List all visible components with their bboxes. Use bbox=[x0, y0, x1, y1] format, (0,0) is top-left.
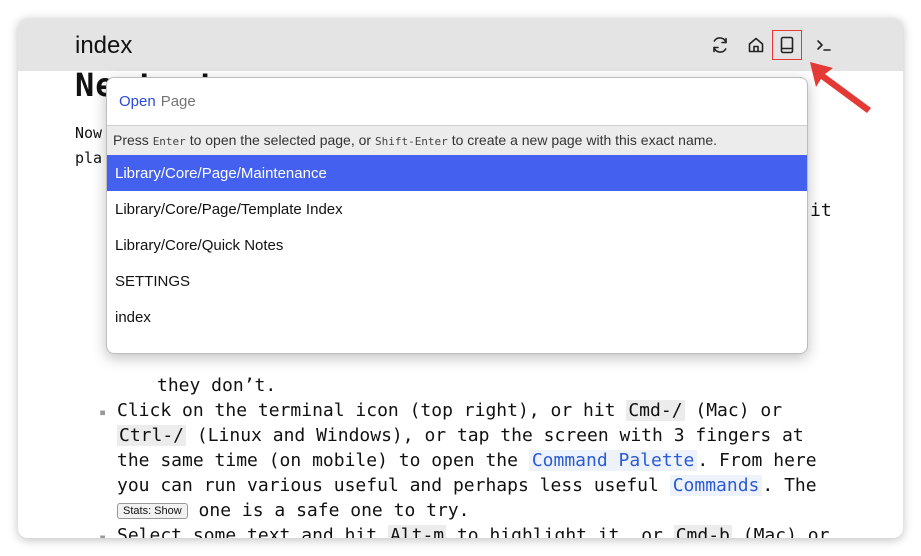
list-bullet: ▪ bbox=[99, 405, 107, 419]
shortcut-code: Ctrl-/ bbox=[117, 425, 187, 446]
commands-link[interactable]: Commands bbox=[669, 475, 763, 496]
page-option[interactable]: Library/Core/Page/Maintenance bbox=[107, 155, 807, 191]
enter-key: Enter bbox=[152, 135, 186, 148]
list-item-line: Stats: Show one is a safe one to try. bbox=[117, 500, 469, 521]
list-bullet: ▪ bbox=[99, 530, 107, 538]
picker-header: Open bbox=[107, 78, 807, 126]
page-option[interactable]: Library/Core/Quick Notes bbox=[107, 227, 807, 263]
page-option[interactable]: index bbox=[107, 299, 807, 335]
page-option[interactable]: SETTINGS bbox=[107, 263, 807, 299]
stats-show-button[interactable]: Stats: Show bbox=[117, 503, 188, 519]
list-item-line: Ctrl-/ (Linux and Windows), or tap the s… bbox=[117, 425, 804, 446]
text-fragment: it bbox=[810, 200, 832, 221]
text-line: they don’t. bbox=[157, 375, 277, 396]
terminal-icon[interactable] bbox=[812, 33, 836, 57]
shift-enter-key: Shift-Enter bbox=[374, 135, 448, 148]
list-item-line: Click on the terminal icon (top right), … bbox=[117, 400, 783, 421]
list-item-line: the same time (on mobile) to open the Co… bbox=[117, 450, 817, 471]
intro-text-fragment: Now bbox=[75, 124, 103, 142]
page-title: index bbox=[75, 32, 133, 59]
list-item-line: Select some text and hit Alt-m to highli… bbox=[117, 525, 829, 538]
page-search-input[interactable] bbox=[160, 93, 721, 110]
book-button-highlight bbox=[772, 30, 802, 60]
top-bar: index bbox=[18, 18, 903, 71]
shortcut-code: Alt-m bbox=[387, 525, 447, 538]
intro-text-fragment: pla bbox=[75, 149, 103, 167]
page-picker-modal: Open Press Enter to open the selected pa… bbox=[106, 77, 808, 354]
picker-label: Open bbox=[119, 93, 156, 110]
shortcut-code: Cmd-b bbox=[673, 525, 732, 538]
home-icon[interactable] bbox=[744, 33, 768, 57]
picker-hint: Press Enter to open the selected page, o… bbox=[107, 126, 807, 155]
command-palette-link[interactable]: Command Palette bbox=[528, 450, 698, 471]
shortcut-code: Cmd-/ bbox=[626, 400, 685, 421]
page-option[interactable]: Library/Core/Page/Template Index bbox=[107, 191, 807, 227]
list-item-line: you can run various useful and perhaps l… bbox=[117, 475, 817, 496]
annotation-arrow-icon bbox=[810, 62, 871, 113]
reload-icon[interactable] bbox=[708, 33, 732, 57]
